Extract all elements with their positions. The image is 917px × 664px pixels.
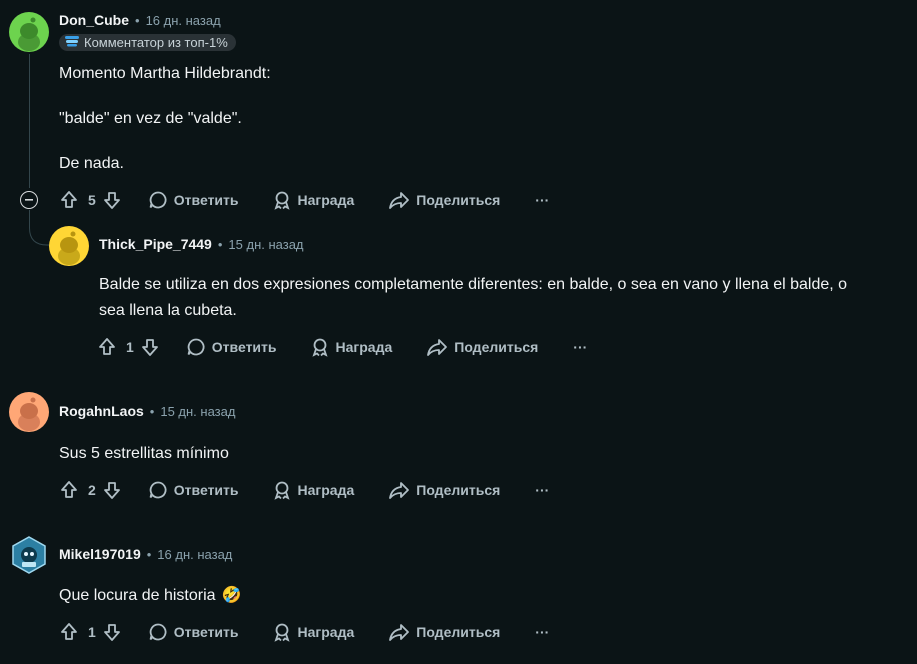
upvote-button[interactable] <box>59 480 79 500</box>
award-button[interactable]: Награда <box>272 480 355 500</box>
collapse-thread-button[interactable] <box>20 191 38 209</box>
vote-count: 1 <box>126 339 134 355</box>
badge-icon <box>65 35 79 50</box>
share-label: Поделиться <box>416 192 501 208</box>
downvote-icon <box>141 339 158 356</box>
award-label: Награда <box>335 339 393 355</box>
separator-dot: • <box>217 236 223 252</box>
minus-icon <box>25 199 33 201</box>
share-button[interactable]: Поделиться <box>426 337 538 357</box>
comment-icon <box>187 338 205 356</box>
timestamp[interactable]: 15 дн. назад <box>228 237 303 252</box>
award-icon <box>273 191 290 210</box>
downvote-button[interactable] <box>140 337 160 357</box>
timestamp[interactable]: 16 дн. назад <box>157 547 232 562</box>
more-icon: ··· <box>573 339 588 355</box>
avatar[interactable] <box>9 392 49 432</box>
downvote-button[interactable] <box>102 190 122 210</box>
share-button[interactable]: Поделиться <box>388 480 500 500</box>
downvote-button[interactable] <box>102 480 122 500</box>
timestamp[interactable]: 15 дн. назад <box>160 404 235 419</box>
comment-icon <box>149 481 167 499</box>
upvote-icon <box>61 481 77 498</box>
award-icon <box>273 623 290 642</box>
share-button[interactable]: Поделиться <box>388 190 500 210</box>
rofl-emoji-icon: 🤣 <box>221 587 242 604</box>
separator-dot: • <box>135 12 140 28</box>
more-icon: ··· <box>535 482 550 498</box>
more-options-button[interactable]: ··· <box>535 624 549 640</box>
more-icon: ··· <box>535 624 550 640</box>
downvote-icon <box>103 192 120 209</box>
reply-button[interactable]: Ответить <box>148 480 239 500</box>
share-icon <box>389 482 410 499</box>
reply-button[interactable]: Ответить <box>186 337 277 357</box>
separator-dot: • <box>146 546 152 562</box>
upvote-button[interactable] <box>59 622 79 642</box>
vote-count: 1 <box>88 624 96 640</box>
reply-label: Ответить <box>211 339 277 355</box>
avatar[interactable] <box>9 12 49 52</box>
award-label: Награда <box>297 482 355 498</box>
comment-paragraph: Sus 5 estrellitas mínimo <box>59 445 229 462</box>
award-icon <box>273 481 290 500</box>
separator-dot: • <box>149 403 155 419</box>
award-button[interactable]: Награда <box>272 622 355 642</box>
share-label: Поделиться <box>416 482 501 498</box>
upvote-icon <box>99 338 115 355</box>
comment-body: Sus 5 estrellitas mínimo <box>59 441 229 467</box>
award-label: Награда <box>297 624 355 640</box>
upvote-button[interactable] <box>97 337 117 357</box>
reply-button[interactable]: Ответить <box>148 622 239 642</box>
comment-paragraph: Balde se utiliza en dos expresiones comp… <box>99 276 848 293</box>
share-icon <box>389 192 410 209</box>
upvote-icon <box>61 623 77 640</box>
share-icon <box>389 624 410 641</box>
comment-paragraph: Momento Martha Hildebrandt: <box>59 65 271 82</box>
comment-icon <box>149 191 167 209</box>
award-label: Награда <box>297 192 355 208</box>
username[interactable]: Thick_Pipe_7449 <box>99 236 212 252</box>
comment-paragraph: sea llena la cubeta. <box>99 302 237 319</box>
more-options-button[interactable]: ··· <box>573 339 587 355</box>
more-options-button[interactable]: ··· <box>535 192 549 208</box>
top-commenter-badge: Комментатор из топ-1% <box>59 34 236 51</box>
badge-label: Комментатор из топ-1% <box>84 35 228 50</box>
username[interactable]: Don_Cube <box>59 12 129 28</box>
vote-count: 5 <box>88 192 96 208</box>
comment-body: Balde se utiliza en dos expresiones comp… <box>99 272 847 324</box>
share-label: Поделиться <box>454 339 539 355</box>
comment-paragraph: Que locura de historia <box>59 587 216 604</box>
comment-paragraph: "balde" en vez de "valde". <box>59 110 242 127</box>
share-button[interactable]: Поделиться <box>388 622 500 642</box>
comment-body: Momento Martha Hildebrandt: "balde" en v… <box>59 61 271 177</box>
downvote-button[interactable] <box>102 622 122 642</box>
comment-icon <box>149 623 167 641</box>
timestamp[interactable]: 16 дн. назад <box>146 13 221 28</box>
share-label: Поделиться <box>416 624 501 640</box>
comment-body: Que locura de historia 🤣 <box>59 583 241 609</box>
more-icon: ··· <box>535 192 550 208</box>
reply-label: Ответить <box>173 482 239 498</box>
reply-label: Ответить <box>173 192 239 208</box>
award-button[interactable]: Награда <box>310 337 393 357</box>
vote-count: 2 <box>88 482 96 498</box>
username[interactable]: Mikel197019 <box>59 546 141 562</box>
downvote-icon <box>103 624 120 641</box>
upvote-icon <box>61 191 77 208</box>
downvote-icon <box>103 482 120 499</box>
avatar[interactable] <box>9 535 49 575</box>
award-icon <box>311 338 328 357</box>
reply-label: Ответить <box>173 624 239 640</box>
thread-line <box>29 54 30 188</box>
more-options-button[interactable]: ··· <box>535 482 549 498</box>
reply-button[interactable]: Ответить <box>148 190 239 210</box>
comment-paragraph: De nada. <box>59 155 124 172</box>
share-icon <box>427 339 448 356</box>
username[interactable]: RogahnLaos <box>59 403 144 419</box>
avatar[interactable] <box>49 226 89 266</box>
award-button[interactable]: Награда <box>272 190 355 210</box>
upvote-button[interactable] <box>59 190 79 210</box>
